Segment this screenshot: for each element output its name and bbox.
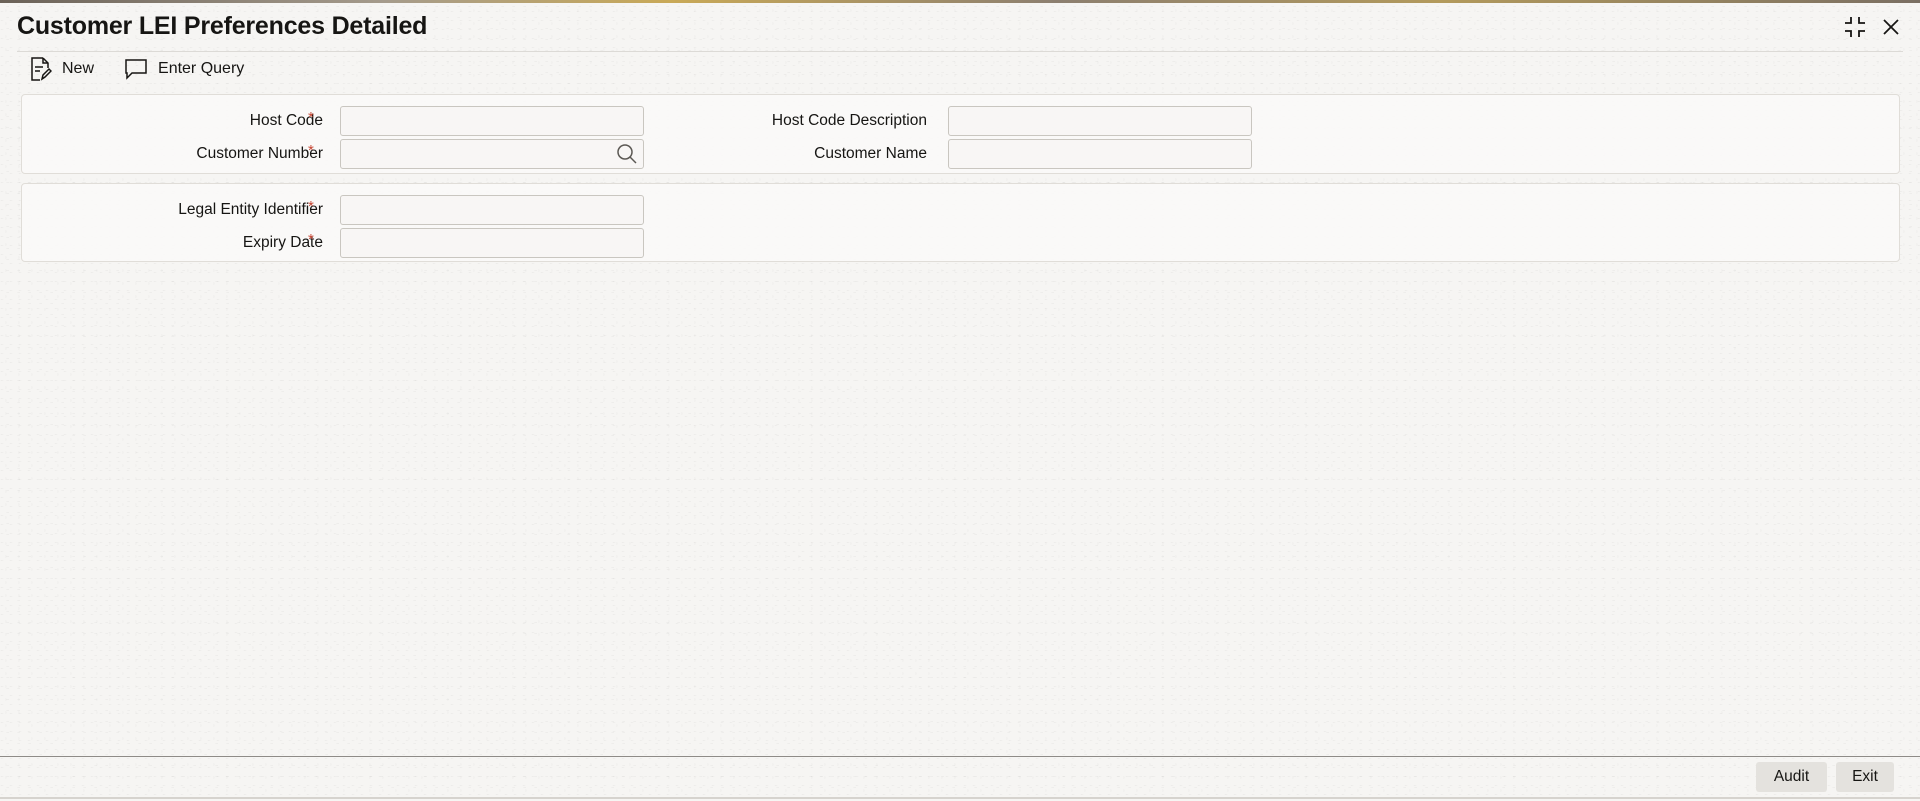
bottom-divider: [0, 797, 1920, 799]
host-code-input[interactable]: [340, 106, 644, 136]
footer-divider: [0, 756, 1920, 757]
customer-name-label: Customer Name: [814, 145, 927, 162]
host-code-description-label: Host Code Description: [771, 112, 927, 129]
customer-number-search-button[interactable]: [614, 141, 640, 167]
title-divider: [17, 51, 1903, 52]
expiry-date-required-marker: *: [308, 231, 314, 248]
close-button[interactable]: [1878, 14, 1904, 40]
legal-entity-identifier-label: Legal Entity Identifier: [178, 201, 323, 218]
enter-query-label: Enter Query: [158, 60, 245, 77]
maximize-button[interactable]: [1842, 14, 1868, 40]
audit-button[interactable]: Audit: [1756, 762, 1827, 792]
customer-number-required-marker: *: [308, 142, 314, 159]
customer-name-input[interactable]: [948, 139, 1252, 169]
customer-details-panel: Host Code * Host Code Description Custom…: [21, 94, 1900, 174]
page-title: Customer LEI Preferences Detailed: [17, 12, 428, 40]
legal-entity-identifier-input[interactable]: [340, 195, 644, 225]
lei-details-panel: Legal Entity Identifier * Expiry Date *: [21, 183, 1900, 262]
expiry-date-input[interactable]: [340, 228, 644, 258]
maximize-icon: [1845, 17, 1865, 37]
customer-number-label: Customer Number: [196, 145, 323, 162]
toolbar: New Enter Query: [28, 55, 244, 83]
speech-bubble-icon: [125, 59, 147, 80]
enter-query-button[interactable]: Enter Query: [124, 58, 244, 80]
window-controls: [1842, 14, 1904, 40]
host-code-description-input[interactable]: [948, 106, 1252, 136]
document-edit-icon: [31, 57, 52, 81]
new-button-label: New: [62, 60, 95, 77]
exit-button[interactable]: Exit: [1836, 762, 1894, 792]
host-code-required-marker: *: [308, 109, 314, 126]
top-banner-strip: [0, 0, 1920, 3]
legal-entity-identifier-required-marker: *: [308, 198, 314, 215]
new-button[interactable]: New: [28, 56, 94, 82]
search-icon: [617, 144, 637, 164]
close-icon: [1883, 19, 1899, 35]
customer-number-input[interactable]: [340, 139, 644, 169]
